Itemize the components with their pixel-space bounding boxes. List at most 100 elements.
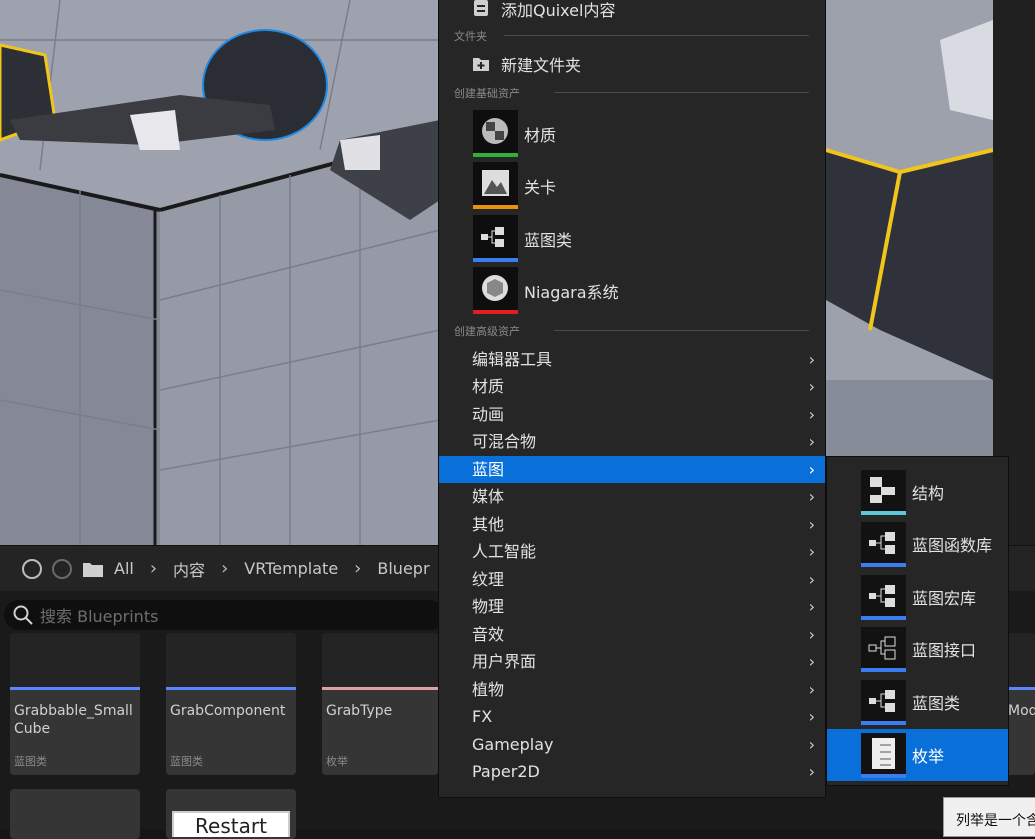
basic-item-label: 关卡	[524, 177, 557, 197]
basic-item-blueprint-class[interactable]: 蓝图类	[473, 215, 572, 262]
path-chevron-icon: ›	[149, 558, 158, 579]
submenu-item-label: 蓝图宏库	[912, 589, 977, 608]
advanced-item-physics[interactable]: 物理 ›	[439, 593, 825, 620]
advanced-item-label: 材质	[472, 377, 505, 396]
submenu-item-interface[interactable]: 蓝图接口	[827, 623, 1008, 675]
submenu-item-enum[interactable]: 枚举	[827, 729, 1008, 781]
blueprint-class-icon	[861, 679, 906, 725]
search-icon	[13, 605, 33, 625]
asset-tile[interactable]: Restart	[166, 789, 296, 839]
asset-thumbnail	[322, 633, 438, 690]
asset-thumbnail	[10, 633, 140, 690]
advanced-item-label: 用户界面	[472, 652, 537, 671]
asset-name: Grabbable_Small Cube	[14, 703, 133, 737]
advanced-item-ui[interactable]: 用户界面 ›	[439, 648, 825, 675]
asset-tile[interactable]: Mod	[1006, 633, 1035, 775]
advanced-item-label: 动画	[472, 405, 505, 424]
advanced-item-label: 物理	[472, 597, 505, 616]
submenu-item-label: 蓝图函数库	[912, 536, 993, 555]
submenu-item-label: 蓝图类	[912, 694, 961, 713]
advanced-item-misc[interactable]: 其他 ›	[439, 511, 825, 538]
section-divider	[504, 35, 809, 36]
add-quixel-label: 添加Quixel内容	[501, 1, 616, 20]
submenu-item-blueprint-class[interactable]: 蓝图类	[827, 676, 1008, 728]
advanced-item-animation[interactable]: 动画 ›	[439, 401, 825, 428]
chevron-right-icon: ›	[808, 350, 815, 369]
advanced-item-editor-tools[interactable]: 编辑器工具 ›	[439, 346, 825, 373]
advanced-item-gameplay[interactable]: Gameplay ›	[439, 731, 825, 758]
chevron-right-icon: ›	[808, 735, 815, 754]
advanced-item-ai[interactable]: 人工智能 ›	[439, 538, 825, 565]
advanced-item-label: 编辑器工具	[472, 350, 553, 369]
chevron-right-icon: ›	[808, 680, 815, 699]
asset-name: GrabType	[326, 703, 393, 719]
chevron-right-icon: ›	[808, 625, 815, 644]
advanced-item-label: FX	[472, 707, 493, 726]
chevron-right-icon: ›	[808, 515, 815, 534]
advanced-item-label: Gameplay	[472, 735, 554, 754]
interface-icon	[861, 626, 906, 672]
asset-type: 蓝图类	[14, 755, 47, 768]
advanced-item-label: 人工智能	[472, 542, 537, 561]
niagara-icon	[473, 267, 518, 314]
quixel-icon	[474, 0, 488, 16]
chevron-right-icon: ›	[808, 542, 815, 561]
asset-name: GrabComponent	[170, 703, 286, 719]
basic-item-material[interactable]: 材质	[473, 110, 556, 157]
asset-name: Mod	[1008, 703, 1035, 719]
forward-icon[interactable]	[52, 558, 72, 579]
new-folder-icon	[473, 58, 489, 71]
search-input[interactable]: 搜索 Blueprints	[4, 600, 444, 630]
path-content[interactable]: 内容	[173, 557, 205, 581]
asset-tile[interactable]: Grabbable_Small Cube 蓝图类	[10, 633, 140, 775]
chevron-right-icon: ›	[808, 432, 815, 451]
macro-library-icon	[861, 574, 906, 620]
add-asset-menu: 添加Quixel内容 文件夹 新建文件夹 创建基础资产 材质 关卡 蓝图类 Ni…	[438, 0, 826, 798]
advanced-item-label: 媒体	[472, 487, 505, 506]
chevron-right-icon: ›	[808, 762, 815, 781]
submenu-item-label: 结构	[912, 484, 945, 503]
path-chevron-icon: ›	[221, 558, 229, 579]
advanced-item-label: 音效	[472, 625, 505, 644]
submenu-item-function-library[interactable]: 蓝图函数库	[827, 518, 1008, 570]
advanced-item-media[interactable]: 媒体 ›	[439, 483, 825, 510]
basic-item-label: Niagara系统	[524, 282, 619, 302]
restart-thumbnail-label: Restart	[172, 811, 290, 838]
chevron-right-icon: ›	[808, 570, 815, 589]
level-icon	[473, 162, 518, 209]
basic-item-niagara[interactable]: Niagara系统	[473, 267, 619, 314]
asset-tile[interactable]	[10, 789, 140, 839]
path-vrtemplate[interactable]: VRTemplate	[244, 559, 338, 578]
section-divider	[554, 92, 809, 93]
path-blueprints[interactable]: Bluepr	[377, 559, 429, 578]
basic-item-level[interactable]: 关卡	[473, 162, 556, 209]
enum-icon	[861, 732, 906, 778]
asset-tile[interactable]: GrabType 枚举	[322, 633, 438, 775]
asset-type: 枚举	[326, 755, 348, 768]
advanced-item-material[interactable]: 材质 ›	[439, 373, 825, 400]
advanced-item-label: 纹理	[472, 570, 505, 589]
advanced-item-blendables[interactable]: 可混合物 ›	[439, 428, 825, 455]
section-header-folder: 文件夹	[454, 30, 487, 43]
advanced-item-blueprint[interactable]: 蓝图 ›	[439, 456, 825, 483]
new-folder-item[interactable]: 新建文件夹	[473, 52, 581, 76]
advanced-item-texture[interactable]: 纹理 ›	[439, 566, 825, 593]
submenu-item-label: 枚举	[912, 747, 945, 766]
path-all[interactable]: All	[114, 559, 134, 578]
chevron-right-icon: ›	[808, 377, 815, 396]
path-chevron-icon: ›	[354, 558, 362, 579]
asset-tile[interactable]: GrabComponent 蓝图类	[166, 633, 296, 775]
advanced-item-sounds[interactable]: 音效 ›	[439, 621, 825, 648]
asset-thumbnail	[166, 633, 296, 690]
folder-icon	[83, 562, 103, 577]
back-icon[interactable]	[22, 558, 42, 579]
advanced-item-fx[interactable]: FX ›	[439, 703, 825, 730]
submenu-item-struct[interactable]: 结构	[827, 466, 1008, 518]
section-divider	[554, 330, 809, 331]
submenu-item-macro-library[interactable]: 蓝图宏库	[827, 571, 1008, 623]
add-quixel-item[interactable]: 添加Quixel内容	[473, 0, 616, 20]
blueprint-submenu: 结构 蓝图函数库 蓝图宏库 蓝图接口 蓝图类 枚举	[826, 456, 1009, 786]
basic-item-label: 材质	[524, 125, 557, 145]
advanced-item-paper2d[interactable]: Paper2D ›	[439, 758, 825, 785]
advanced-item-foliage[interactable]: 植物 ›	[439, 676, 825, 703]
